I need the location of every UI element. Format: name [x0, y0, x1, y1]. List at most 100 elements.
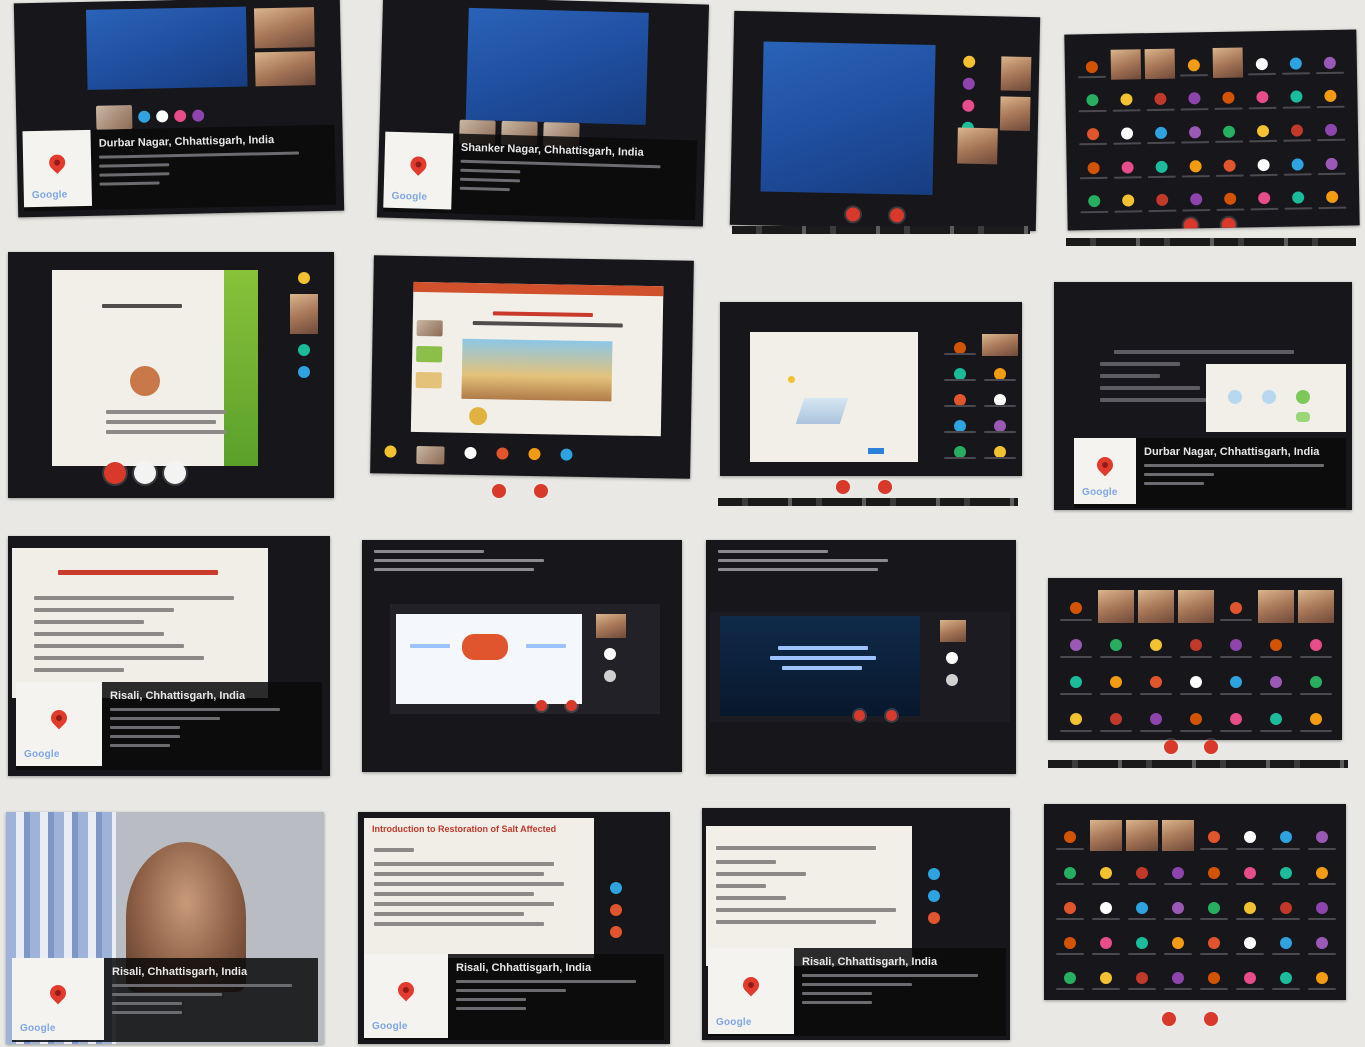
end-call-button[interactable]	[104, 462, 126, 484]
geo-address-line	[99, 151, 300, 159]
mic-button[interactable]	[845, 207, 861, 222]
participant-tile	[1268, 959, 1304, 994]
participant-name	[1148, 209, 1177, 212]
participant-name	[1220, 730, 1252, 733]
avatar	[1190, 193, 1203, 206]
avatar	[1280, 866, 1292, 879]
avatar	[384, 445, 397, 458]
avatar	[464, 446, 477, 460]
participant-tile	[1212, 113, 1247, 147]
participant-name	[1235, 953, 1265, 956]
camera-button[interactable]	[1204, 740, 1218, 754]
camera-button[interactable]	[878, 480, 892, 494]
camera-button[interactable]	[886, 710, 897, 721]
geo-place: Shanker Nagar, Chhattisgarh, India	[460, 141, 644, 159]
camera-button[interactable]	[1204, 1012, 1218, 1026]
participant-name	[1114, 209, 1143, 213]
participant-tile	[1124, 888, 1160, 923]
participant-name	[1282, 72, 1310, 75]
avatar	[1172, 936, 1184, 949]
participant-video	[1178, 590, 1214, 623]
mic-button[interactable]	[134, 462, 156, 484]
participant-name	[1220, 619, 1252, 622]
geo-address-line-2	[802, 983, 912, 986]
avatar	[1230, 602, 1242, 615]
participant-video	[1090, 820, 1122, 852]
camera-button[interactable]	[164, 462, 186, 484]
participant-name	[1163, 953, 1193, 956]
participant-grid	[940, 332, 1020, 462]
shared-slide	[52, 270, 258, 466]
mic-button[interactable]	[536, 700, 547, 711]
participant-name	[1300, 656, 1332, 659]
camera-button[interactable]	[534, 484, 548, 498]
geo-lat-line	[99, 163, 170, 168]
avatar	[1316, 866, 1328, 879]
participant-tile	[1216, 699, 1256, 736]
avatar	[298, 272, 310, 284]
avatar	[1208, 936, 1220, 949]
tile-r3c2	[362, 540, 682, 772]
participant-name	[1215, 107, 1243, 110]
participant-name	[1163, 882, 1193, 885]
geo-tag: Google Risali, Chhattisgarh, India	[12, 958, 318, 1042]
participant-tile	[1056, 625, 1096, 662]
geo-tag: Google Risali, Chhattisgarh, India	[16, 682, 322, 770]
avatar	[1270, 676, 1282, 689]
geo-address-line	[112, 984, 292, 987]
participant-tile	[1268, 888, 1304, 923]
avatar	[1110, 639, 1122, 652]
participant-tile	[1281, 179, 1316, 213]
avatar	[1070, 602, 1082, 615]
mic-button[interactable]	[1183, 218, 1198, 231]
laptop-screen	[390, 604, 660, 714]
participant-grid	[1056, 588, 1336, 736]
avatar	[1122, 194, 1135, 207]
participant-tile	[1143, 80, 1178, 114]
camera-button[interactable]	[889, 208, 905, 223]
participant-tile	[1232, 959, 1268, 994]
avatar	[962, 99, 975, 112]
participant-name	[1307, 847, 1337, 850]
avatar	[946, 674, 958, 686]
camera-button[interactable]	[566, 700, 577, 711]
mic-button[interactable]	[836, 480, 850, 494]
avatar	[1316, 936, 1328, 949]
participant-tile	[1196, 888, 1232, 923]
avatar	[928, 912, 940, 924]
participant-name	[1199, 847, 1229, 850]
avatar	[1189, 159, 1202, 172]
camera-button[interactable]	[1221, 217, 1236, 231]
participant-name	[1100, 730, 1132, 733]
geo-tag: Google Durbar Nagar, Chhattisgarh, India	[22, 124, 337, 212]
avatar	[1244, 936, 1256, 949]
avatar	[1244, 866, 1256, 879]
mic-button[interactable]	[1162, 1012, 1176, 1026]
geo-place: Durbar Nagar, Chhattisgarh, India	[1144, 446, 1320, 458]
participant-name	[944, 457, 976, 460]
participant-tile	[1245, 78, 1280, 112]
avatar	[496, 447, 509, 460]
map-pin-icon	[45, 151, 69, 174]
participant-tile	[980, 332, 1020, 358]
participant-tile	[1296, 588, 1336, 625]
geo-text: Shanker Nagar, Chhattisgarh, India	[452, 134, 688, 201]
participant-tile	[1056, 662, 1096, 699]
geo-text: Durbar Nagar, Chhattisgarh, India	[90, 125, 325, 190]
mic-button[interactable]	[492, 484, 506, 498]
avatar	[1064, 831, 1076, 844]
participant-tile	[1075, 48, 1110, 82]
mic-button[interactable]	[854, 710, 865, 721]
shared-slide	[720, 616, 920, 716]
map-pin-icon	[1093, 453, 1117, 477]
taskbar	[732, 226, 1030, 234]
participant-name	[1216, 208, 1245, 211]
participant-tile	[1136, 588, 1176, 625]
avatar	[1291, 157, 1304, 171]
participant-name	[1140, 730, 1172, 733]
mic-button[interactable]	[1164, 740, 1178, 754]
thumbnail-column	[415, 319, 443, 389]
map-brand: Google	[1082, 487, 1118, 498]
map-thumbnail: Google	[12, 958, 104, 1040]
participant-tile	[1196, 924, 1232, 959]
